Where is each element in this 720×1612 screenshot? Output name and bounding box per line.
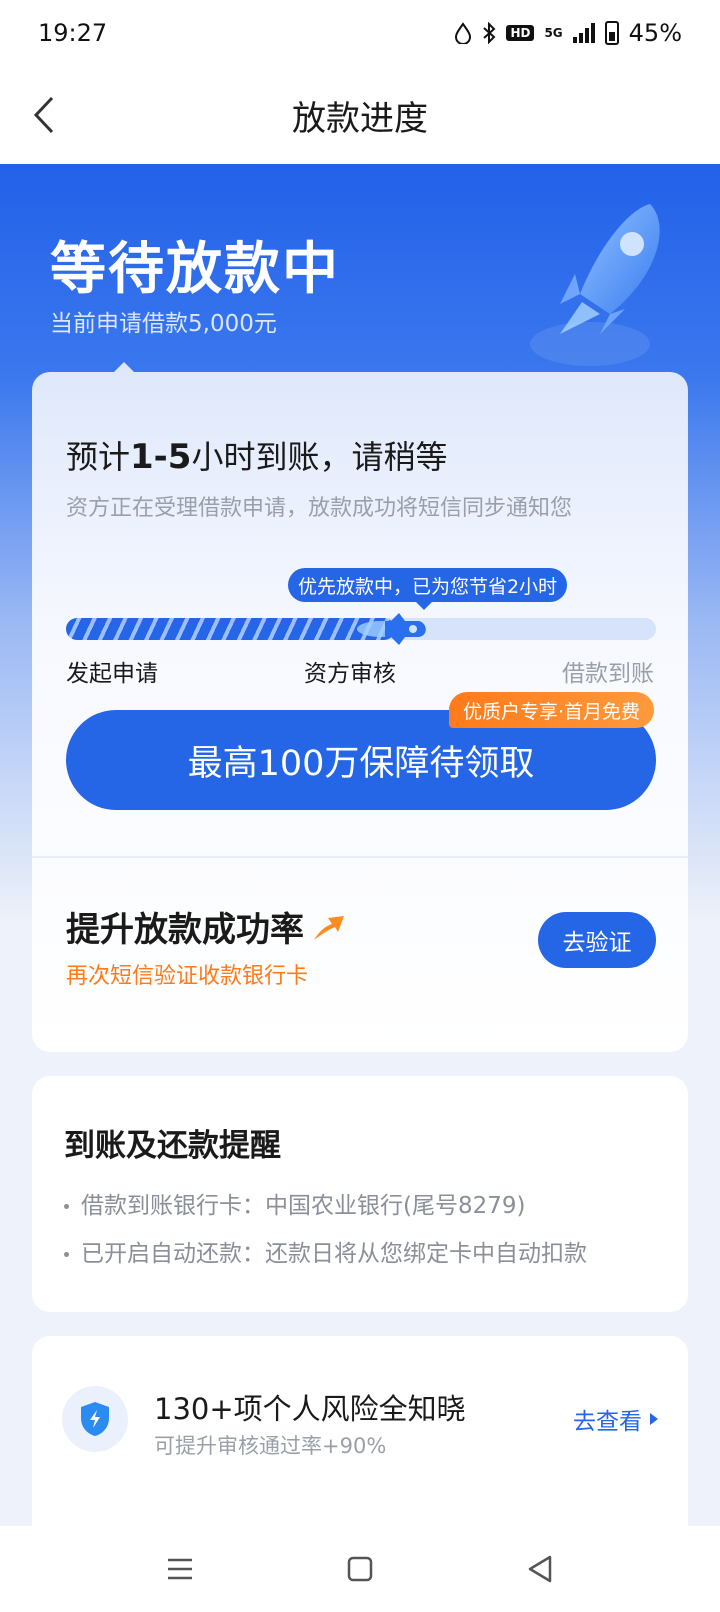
battery-icon [604,21,619,45]
risk-title: 130+项个人风险全知晓 [154,1392,466,1426]
reminder-card: 到账及还款提醒 借款到账银行卡：中国农业银行(尾号8279) 已开启自动还款：还… [32,1076,688,1312]
hero-title: 等待放款中 [50,237,340,302]
step-review: 资方审核 [304,661,396,687]
priority-tooltip: 优先放款中，已为您节省2小时 [288,568,568,610]
reminder-item: 已开启自动还款：还款日将从您绑定卡中自动扣款 [64,1234,587,1268]
boost-title-text: 提升放款成功率 [66,910,304,950]
rocket-illustration-icon [530,204,660,366]
eta-range: 1-5 [130,437,192,477]
caret-right-icon [650,1413,658,1425]
verify-button[interactable]: 去验证 [538,912,656,968]
bluetooth-icon [483,22,496,44]
eta-description: 资方正在受理借款申请，放款成功将短信同步通知您 [66,496,573,521]
signal-icon [572,23,595,43]
reminder-item-text: 借款到账银行卡：中国农业银行(尾号8279) [81,1193,526,1219]
arrow-up-right-icon [314,915,344,940]
shield-badge [62,1386,128,1452]
eta-title: 预计1-5小时到账，请稍等 [66,432,447,478]
page-title: 放款进度 [292,98,428,139]
boost-title: 提升放款成功率 [66,902,346,951]
progress-card: 预计1-5小时到账，请稍等 资方正在受理借款申请，放款成功将短信同步通知您 优先… [32,372,688,1052]
shield-icon [81,1402,109,1436]
hd-badge: HD [506,25,535,41]
reminder-title: 到账及还款提醒 [64,1128,281,1164]
water-drop-icon [455,22,472,44]
status-bar: 19:27 HD 5G 45% [0,0,720,66]
eta-suffix: 小时到账，请稍等 [191,438,448,476]
progress-rocket-icon [357,613,426,645]
view-risk-label: 去查看 [573,1409,642,1435]
reminder-item: 借款到账银行卡：中国农业银行(尾号8279) [64,1186,525,1220]
boost-subtitle: 再次短信验证收款银行卡 [66,964,309,989]
reminder-item-text: 已开启自动还款：还款日将从您绑定卡中自动扣款 [81,1241,587,1267]
network-label: 5G [544,26,563,40]
step-apply: 发起申请 [66,661,158,687]
progress-fill [66,618,395,640]
status-time: 19:27 [38,19,108,47]
promo-tag: 优质户专享·首月免费 [448,692,654,728]
risk-subtitle: 可提升审核通过率+90% [154,1434,387,1458]
menu-icon[interactable] [160,1549,200,1589]
eta-prefix: 预计 [66,438,131,476]
view-risk-link[interactable]: 去查看 [573,1402,658,1436]
nav-bar: 放款进度 [0,66,720,164]
progress-track [66,613,656,645]
hero-subtitle: 当前申请借款5,000元 [50,311,277,337]
step-arrival: 借款到账 [562,661,654,687]
chevron-left-icon [33,96,54,134]
battery-percent: 45% [628,19,682,47]
system-nav-bar [0,1526,720,1612]
back-triangle-icon[interactable] [520,1549,560,1589]
divider [32,856,688,858]
back-button[interactable] [28,92,68,138]
home-square-icon[interactable] [340,1549,380,1589]
status-icons: HD 5G 45% [454,19,682,47]
